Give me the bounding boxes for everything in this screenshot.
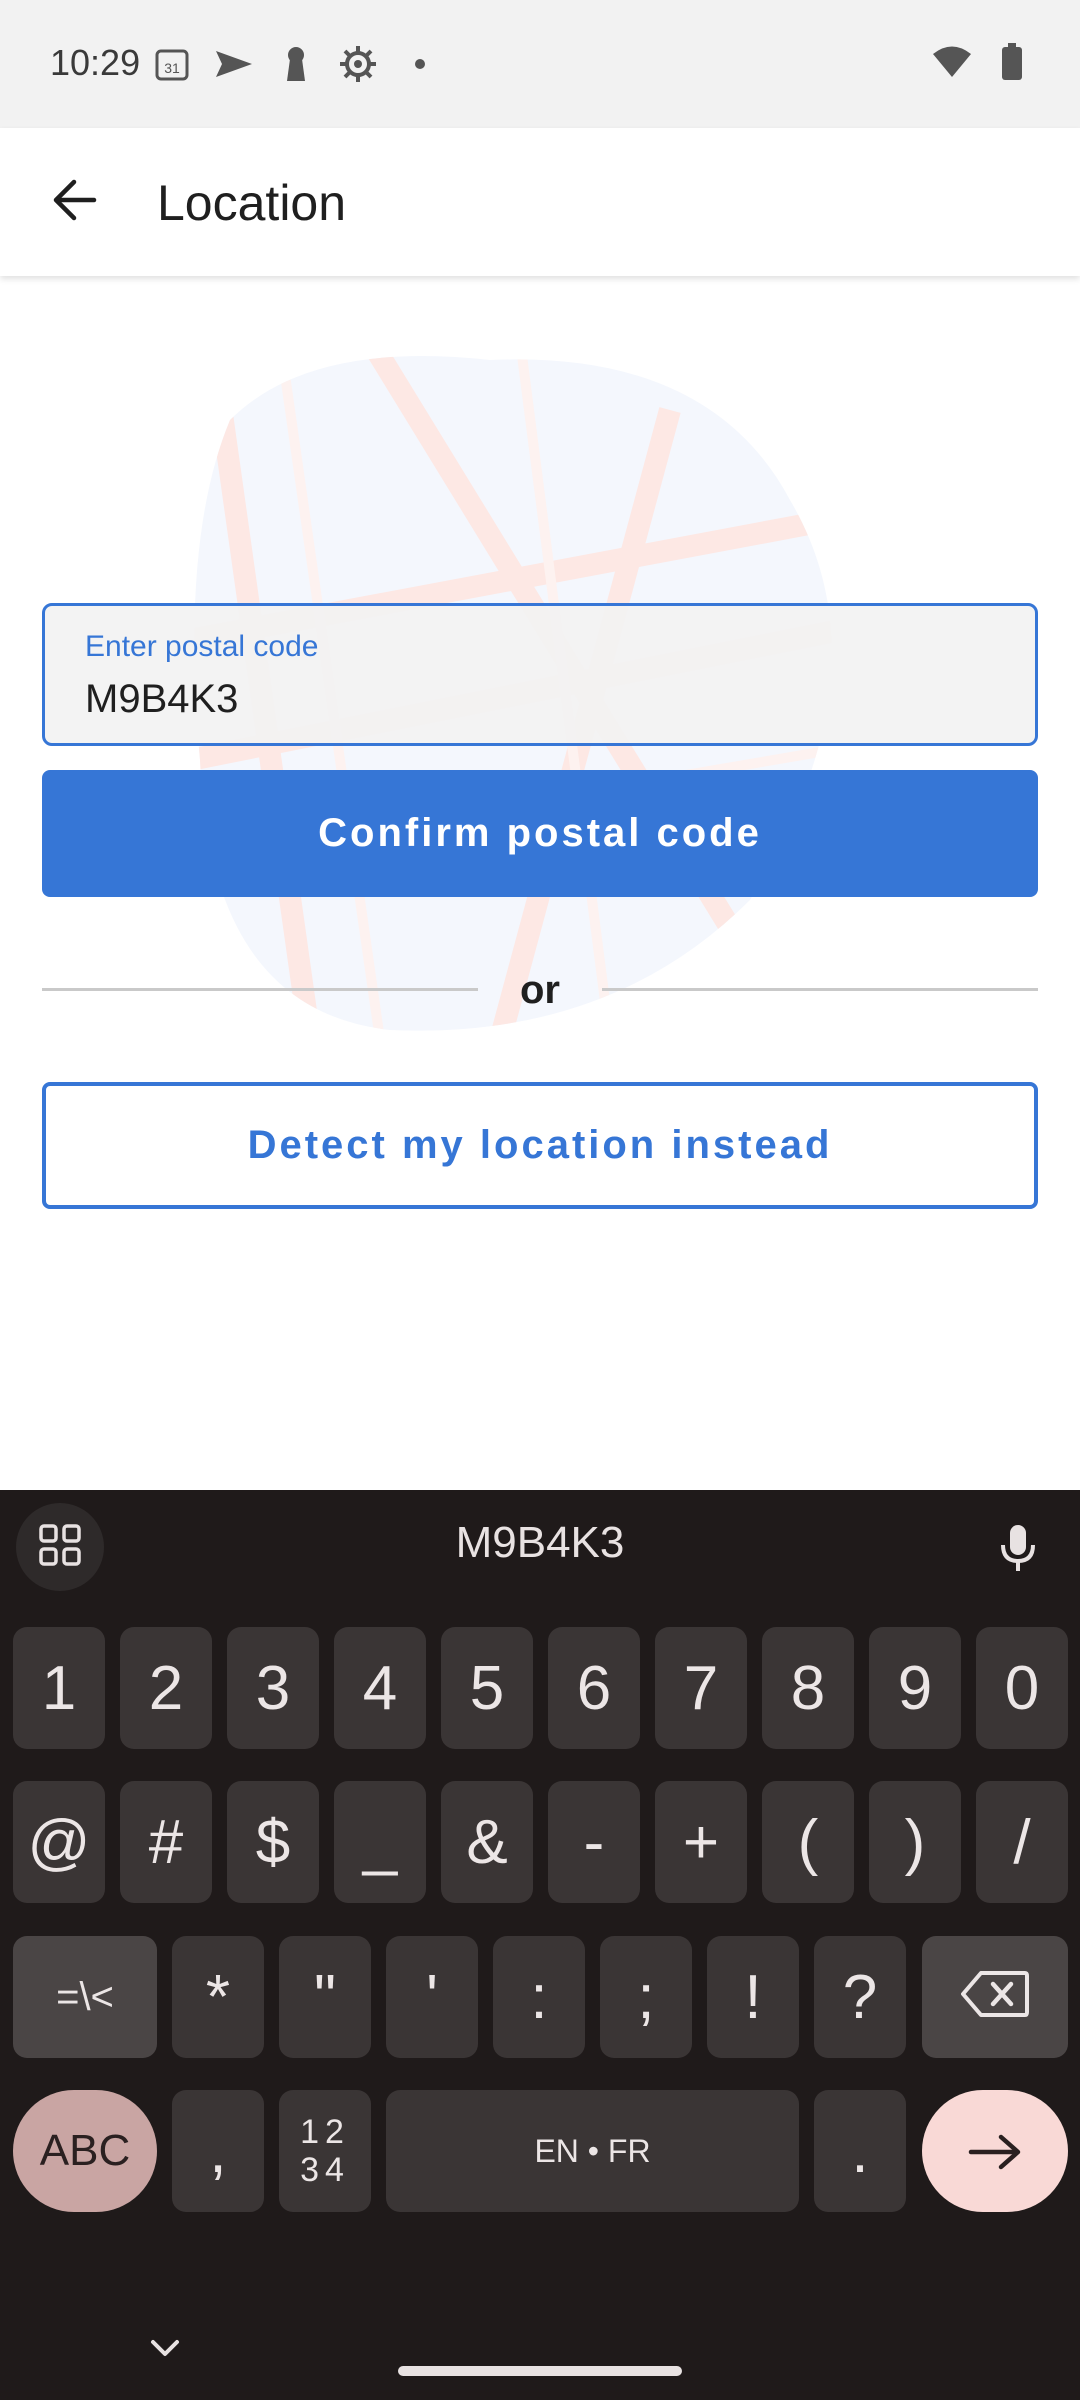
key-ampersand[interactable]: & [441, 1781, 533, 1903]
key-minus[interactable]: - [548, 1781, 640, 1903]
status-icons-left: 31 [152, 44, 440, 84]
chevron-down-icon [149, 2338, 181, 2363]
svg-text:31: 31 [164, 60, 180, 76]
keyhole-icon [276, 44, 316, 84]
space-key[interactable]: EN • FR [386, 2090, 799, 2212]
status-bar: 10:29 31 [0, 0, 1080, 128]
key-question[interactable]: ? [814, 1936, 906, 2058]
divider-line-right [602, 988, 1038, 991]
page-title: Location [157, 175, 347, 231]
dot-icon [400, 44, 440, 84]
key-6[interactable]: 6 [548, 1627, 640, 1749]
battery-icon [992, 42, 1032, 82]
keyboard: M9B4K3 1 2 3 4 5 6 7 8 9 0 @ # $ _ & - +… [0, 1490, 1080, 2400]
key-colon[interactable]: : [493, 1936, 585, 2058]
key-single-quote[interactable]: ' [386, 1936, 478, 2058]
app-bar: Location [0, 128, 1080, 276]
status-icons-right [932, 42, 1032, 82]
key-comma[interactable]: , [172, 2090, 264, 2212]
key-4[interactable]: 4 [334, 1627, 426, 1749]
arrow-right-icon [967, 2116, 1023, 2187]
backspace-icon [961, 1962, 1029, 2033]
microphone-icon [998, 1523, 1038, 1578]
key-8[interactable]: 8 [762, 1627, 854, 1749]
postal-code-input[interactable] [85, 672, 985, 726]
status-time: 10:29 [50, 42, 141, 83]
key-2[interactable]: 2 [120, 1627, 212, 1749]
calendar-icon: 31 [152, 44, 192, 84]
key-hash[interactable]: # [120, 1781, 212, 1903]
enter-key[interactable] [922, 2090, 1068, 2212]
key-3[interactable]: 3 [227, 1627, 319, 1749]
voice-input-button[interactable] [978, 1510, 1058, 1590]
postal-code-label: Enter postal code [85, 630, 319, 663]
key-exclamation[interactable]: ! [707, 1936, 799, 2058]
home-indicator[interactable] [398, 2366, 682, 2376]
key-7[interactable]: 7 [655, 1627, 747, 1749]
confirm-postal-code-button[interactable]: Confirm postal code [42, 770, 1038, 897]
detect-location-button[interactable]: Detect my location instead [42, 1082, 1038, 1209]
abc-key[interactable]: ABC [13, 2090, 157, 2212]
key-close-paren[interactable]: ) [869, 1781, 961, 1903]
wifi-icon [932, 42, 972, 82]
key-slash[interactable]: / [976, 1781, 1068, 1903]
key-underscore[interactable]: _ [334, 1781, 426, 1903]
numpad-key[interactable]: 12 34 [279, 2090, 371, 2212]
key-5[interactable]: 5 [441, 1627, 533, 1749]
key-plus[interactable]: + [655, 1781, 747, 1903]
backspace-key[interactable] [922, 1936, 1068, 2058]
key-dollar[interactable]: $ [227, 1781, 319, 1903]
or-divider: or [42, 960, 1038, 1020]
key-double-quote[interactable]: " [279, 1936, 371, 2058]
arrow-left-icon [50, 178, 98, 227]
key-1[interactable]: 1 [13, 1627, 105, 1749]
key-asterisk[interactable]: * [172, 1936, 264, 2058]
back-button[interactable] [36, 164, 112, 240]
send-icon [214, 44, 254, 84]
key-period[interactable]: . [814, 2090, 906, 2212]
settings-gear-icon [338, 44, 378, 84]
key-at[interactable]: @ [13, 1781, 105, 1903]
key-0[interactable]: 0 [976, 1627, 1068, 1749]
postal-code-field[interactable]: Enter postal code [42, 603, 1038, 746]
keyboard-suggestion[interactable]: M9B4K3 [0, 1518, 1080, 1568]
hide-keyboard-button[interactable] [140, 2330, 190, 2370]
key-9[interactable]: 9 [869, 1627, 961, 1749]
key-semicolon[interactable]: ; [600, 1936, 692, 2058]
key-more-symbols[interactable]: =\< [13, 1936, 157, 2058]
key-open-paren[interactable]: ( [762, 1781, 854, 1903]
